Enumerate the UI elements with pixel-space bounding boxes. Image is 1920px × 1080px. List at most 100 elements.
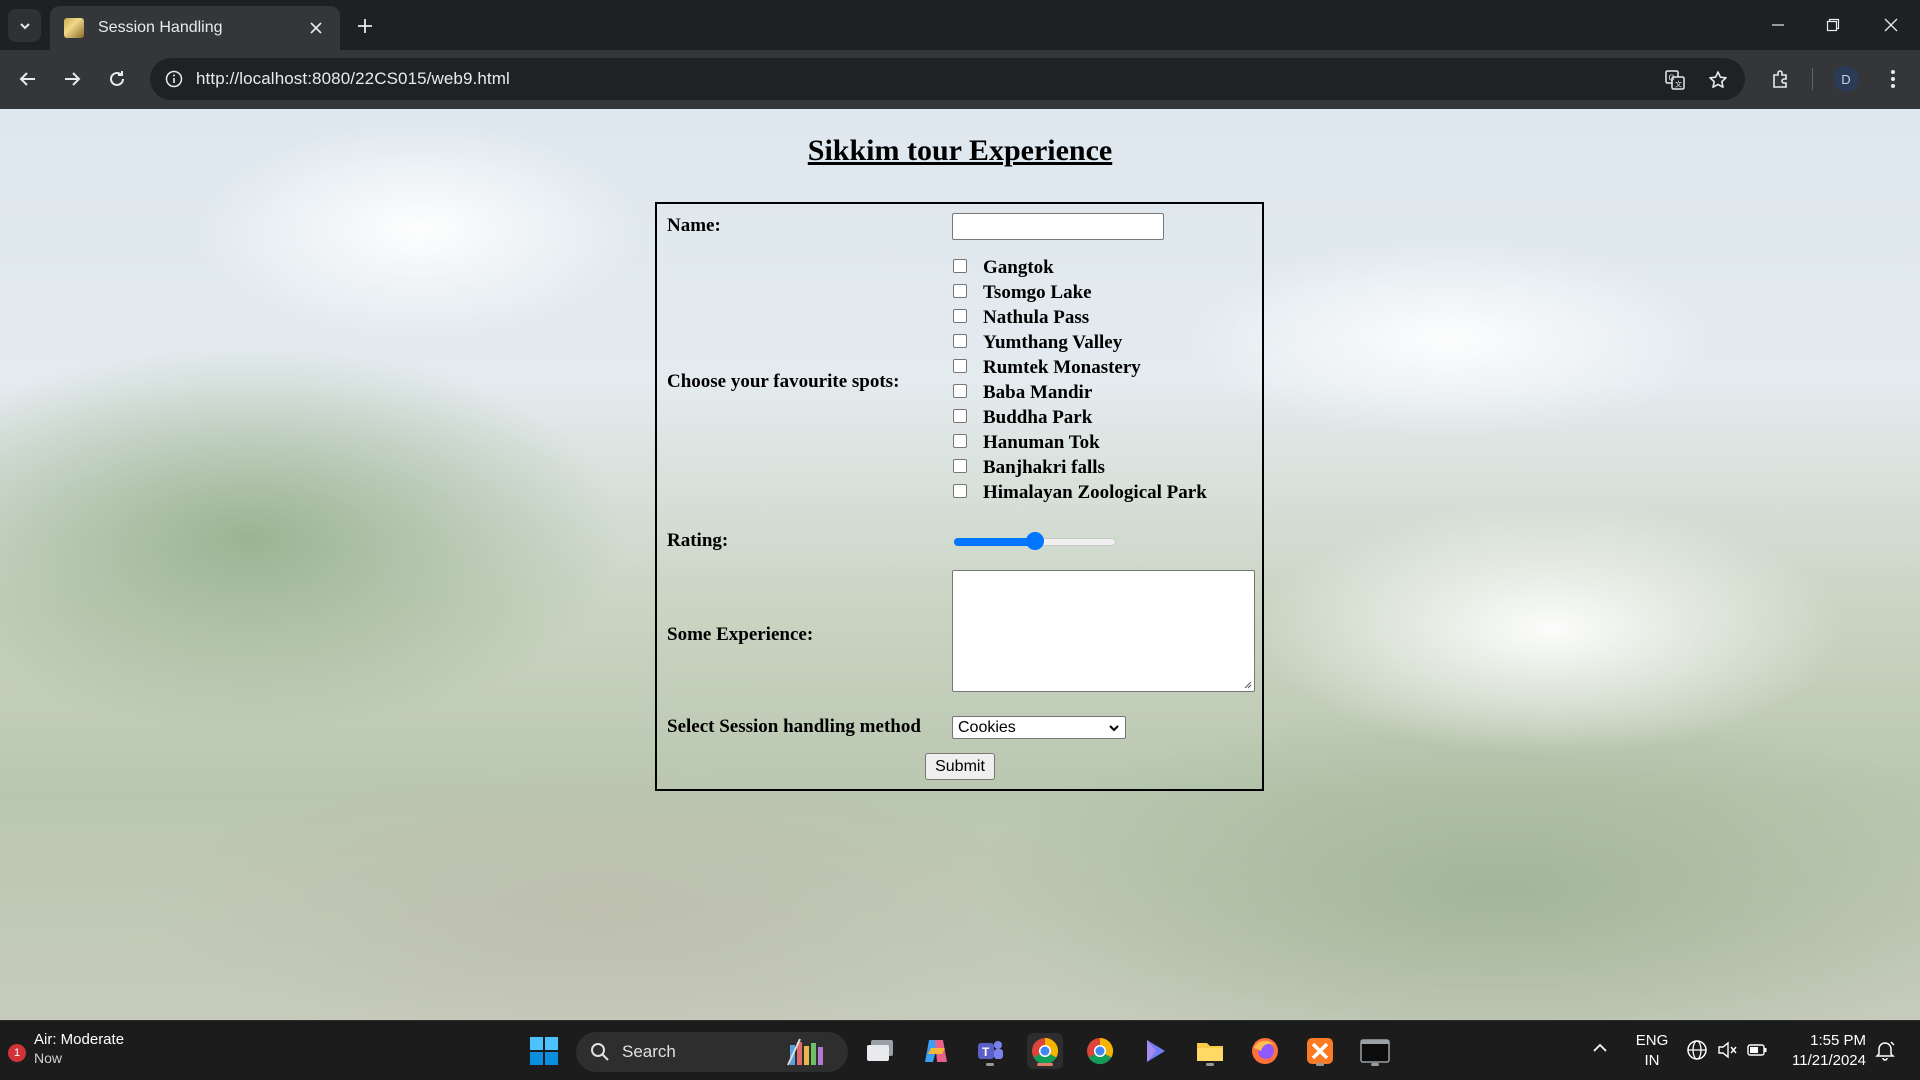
network-status[interactable] xyxy=(1686,1039,1708,1064)
slider-fill xyxy=(954,538,1035,546)
taskbar-search-box[interactable]: Search xyxy=(576,1032,848,1072)
browser-toolbar: http://localhost:8080/22CS015/web9.html … xyxy=(0,50,1920,109)
profile-avatar[interactable]: D xyxy=(1833,66,1859,92)
reload-button[interactable] xyxy=(99,61,135,97)
notifications-button[interactable] xyxy=(1874,1039,1896,1064)
tour-form: Name: Choose your favourite spots: Gangt… xyxy=(655,202,1264,791)
checkbox[interactable] xyxy=(953,408,967,423)
minimize-icon xyxy=(1772,24,1784,26)
toolbar-divider xyxy=(1812,68,1813,90)
extensions-button[interactable] xyxy=(1764,62,1798,96)
translate-icon[interactable]: G文 xyxy=(1662,67,1688,93)
spot-label: Nathula Pass xyxy=(983,306,1090,328)
weather-widget[interactable]: 1 Air: Moderate Now xyxy=(8,1031,124,1066)
input-language-indicator[interactable]: ENG IN xyxy=(1632,1031,1672,1071)
tab-search-button[interactable] xyxy=(8,9,41,42)
restore-button[interactable] xyxy=(1813,8,1853,42)
spot-option[interactable]: Tsomgo Lake xyxy=(953,280,1207,305)
checkbox[interactable] xyxy=(953,383,967,398)
bookmark-star-icon[interactable] xyxy=(1705,67,1731,93)
new-tab-button[interactable] xyxy=(350,12,380,40)
task-view-button[interactable] xyxy=(862,1033,898,1069)
close-tab-icon[interactable] xyxy=(306,18,326,38)
spot-label: Banjhakri falls xyxy=(983,456,1105,478)
show-hidden-icons-button[interactable] xyxy=(1592,1041,1608,1057)
chrome-profile-d-button[interactable] xyxy=(1027,1033,1063,1069)
region-code: IN xyxy=(1644,1052,1660,1069)
name-input[interactable] xyxy=(952,213,1164,240)
name-label: Name: xyxy=(667,215,721,236)
firefox-icon xyxy=(1252,1038,1278,1064)
clock-date: 11/21/2024 xyxy=(1792,1052,1866,1069)
chevron-down-icon xyxy=(1109,725,1119,732)
spot-label: Rumtek Monastery xyxy=(983,356,1141,378)
svg-text:文: 文 xyxy=(1675,80,1682,89)
xampp-button[interactable] xyxy=(1302,1033,1338,1069)
teams-button[interactable]: T xyxy=(972,1033,1008,1069)
spot-option[interactable]: Buddha Park xyxy=(953,405,1207,430)
spot-option[interactable]: Himalayan Zoological Park xyxy=(953,480,1207,505)
spot-option[interactable]: Baba Mandir xyxy=(953,380,1207,405)
system-clock[interactable]: 1:55 PM 11/21/2024 xyxy=(1782,1031,1866,1071)
start-button[interactable] xyxy=(526,1033,562,1069)
checkbox[interactable] xyxy=(953,308,967,323)
windows-logo-icon xyxy=(530,1037,558,1065)
address-bar[interactable]: http://localhost:8080/22CS015/web9.html … xyxy=(150,58,1745,100)
arrow-right-icon xyxy=(65,72,81,86)
slider-thumb[interactable] xyxy=(1026,532,1044,550)
close-icon xyxy=(1884,18,1898,32)
site-info-icon[interactable] xyxy=(162,67,186,91)
volume-status[interactable] xyxy=(1716,1039,1738,1064)
windows-taskbar: 1 Air: Moderate Now Search T ENG IN 1:55… xyxy=(0,1020,1920,1080)
spot-option[interactable]: Hanuman Tok xyxy=(953,430,1207,455)
checkbox[interactable] xyxy=(953,483,967,498)
back-button[interactable] xyxy=(10,61,46,97)
spot-option[interactable]: Gangtok xyxy=(953,255,1207,280)
restore-icon xyxy=(1826,18,1840,32)
chrome-icon xyxy=(1087,1037,1114,1065)
media-player-button[interactable] xyxy=(1137,1033,1173,1069)
checkbox[interactable] xyxy=(953,358,967,373)
battery-status[interactable] xyxy=(1746,1039,1768,1064)
globe-icon xyxy=(1687,1040,1707,1060)
chrome-button[interactable] xyxy=(1082,1033,1118,1069)
session-method-select[interactable]: Cookies xyxy=(952,716,1126,739)
checkbox[interactable] xyxy=(953,258,967,273)
spot-label: Yumthang Valley xyxy=(983,331,1123,353)
copilot-button[interactable] xyxy=(918,1033,954,1069)
spot-label: Hanuman Tok xyxy=(983,431,1100,453)
teams-icon: T xyxy=(978,1041,1003,1059)
url-text[interactable]: http://localhost:8080/22CS015/web9.html xyxy=(196,69,510,89)
submit-button[interactable]: Submit xyxy=(925,753,995,780)
spot-option[interactable]: Yumthang Valley xyxy=(953,330,1207,355)
spot-label: Gangtok xyxy=(983,256,1054,278)
firefox-button[interactable] xyxy=(1247,1033,1283,1069)
checkbox[interactable] xyxy=(953,333,967,348)
session-label: Select Session handling method xyxy=(667,716,921,737)
file-explorer-button[interactable] xyxy=(1192,1033,1228,1069)
checkbox[interactable] xyxy=(953,283,967,298)
spot-option[interactable]: Rumtek Monastery xyxy=(953,355,1207,380)
forward-button[interactable] xyxy=(54,61,90,97)
spots-checkbox-list: Gangtok Tsomgo Lake Nathula Pass Yumthan… xyxy=(953,255,1207,505)
rating-label: Rating: xyxy=(667,530,729,551)
battery-icon xyxy=(1747,1044,1767,1056)
checkbox[interactable] xyxy=(953,458,967,473)
spot-option[interactable]: Banjhakri falls xyxy=(953,455,1207,480)
rating-slider[interactable] xyxy=(954,530,1116,552)
plus-icon xyxy=(358,19,372,33)
terminal-button[interactable] xyxy=(1357,1033,1393,1069)
spot-label: Tsomgo Lake xyxy=(983,281,1092,303)
minimize-button[interactable] xyxy=(1758,8,1798,42)
checkbox[interactable] xyxy=(953,433,967,448)
running-indicator xyxy=(1316,1063,1324,1066)
resize-grip-icon[interactable] xyxy=(1242,679,1252,689)
close-window-button[interactable] xyxy=(1871,8,1911,42)
browser-menu-button[interactable] xyxy=(1876,62,1910,96)
clock-time: 1:55 PM xyxy=(1810,1032,1866,1049)
reload-icon xyxy=(110,71,124,86)
running-indicator xyxy=(1206,1063,1214,1066)
browser-tab[interactable]: Session Handling xyxy=(50,6,340,50)
experience-textarea[interactable] xyxy=(952,570,1255,692)
spot-option[interactable]: Nathula Pass xyxy=(953,305,1207,330)
